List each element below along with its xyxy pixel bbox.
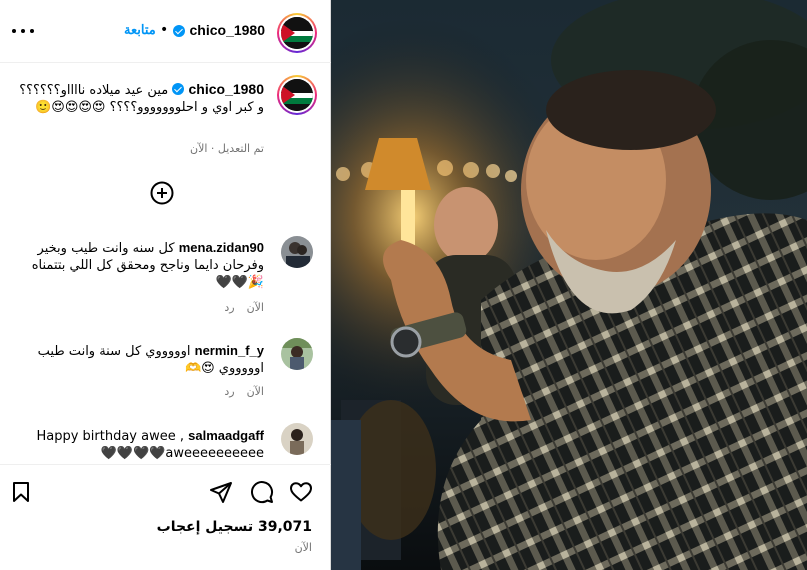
- more-options-icon[interactable]: [12, 22, 34, 40]
- like-count[interactable]: 39,071 تسجيل إعجاب: [157, 519, 312, 535]
- post-photo-image: [331, 0, 807, 570]
- dot-separator: •: [160, 22, 169, 38]
- verified-badge-icon: [173, 25, 185, 37]
- like-heart-icon[interactable]: [289, 480, 313, 504]
- follow-button[interactable]: متابعة: [124, 22, 156, 38]
- comment-text-block: salmaadgaff Happy birthday awee , aweeee…: [24, 427, 264, 462]
- comment-text-block: mena.zidan90 كل سنه وانت طيب وبخير وفرحا…: [24, 239, 264, 291]
- verified-badge-icon: [172, 83, 185, 95]
- comment-meta: الآن رد: [224, 385, 264, 398]
- palestine-flag-avatar-image: [281, 79, 313, 111]
- header-avatar[interactable]: [277, 13, 317, 53]
- comment-icon[interactable]: [250, 480, 274, 504]
- comment-username[interactable]: nermin_f_y: [195, 343, 264, 358]
- header-username[interactable]: chico_1980: [190, 22, 266, 38]
- caption-avatar[interactable]: [277, 75, 317, 115]
- post-timestamp: الآن: [294, 541, 312, 554]
- post-header: متابعة • chico_1980: [0, 0, 331, 63]
- post-caption: chico_1980 مين عيد ميلاده نااااو؟؟؟؟؟؟ و…: [14, 81, 264, 116]
- post-photo[interactable]: [331, 0, 807, 570]
- reply-button[interactable]: رد: [224, 385, 234, 398]
- comment-time: الآن: [246, 385, 264, 398]
- share-icon[interactable]: [209, 480, 233, 504]
- post-actions-bar: [0, 464, 331, 516]
- comment-avatar[interactable]: [281, 236, 313, 268]
- comment-time: الآن: [246, 301, 264, 314]
- add-comment-icon[interactable]: [150, 181, 174, 205]
- save-bookmark-icon[interactable]: [9, 480, 33, 504]
- comment-text-block: nermin_f_y اوووووي كل سنة وانت طيب اوووو…: [24, 342, 264, 377]
- comment-avatar[interactable]: [281, 423, 313, 455]
- caption-timestamp: تم التعديل · الآن: [190, 142, 264, 155]
- comment-meta: الآن رد: [224, 301, 264, 314]
- post-sidebar: متابعة • chico_1980 chico_1980 مين عيد م…: [0, 0, 331, 570]
- reply-button[interactable]: رد: [224, 301, 234, 314]
- caption-username[interactable]: chico_1980: [189, 81, 265, 97]
- comment-username[interactable]: salmaadgaff: [188, 428, 264, 443]
- comment-username[interactable]: mena.zidan90: [179, 240, 264, 255]
- palestine-flag-avatar-image: [281, 17, 313, 49]
- comment-avatar[interactable]: [281, 338, 313, 370]
